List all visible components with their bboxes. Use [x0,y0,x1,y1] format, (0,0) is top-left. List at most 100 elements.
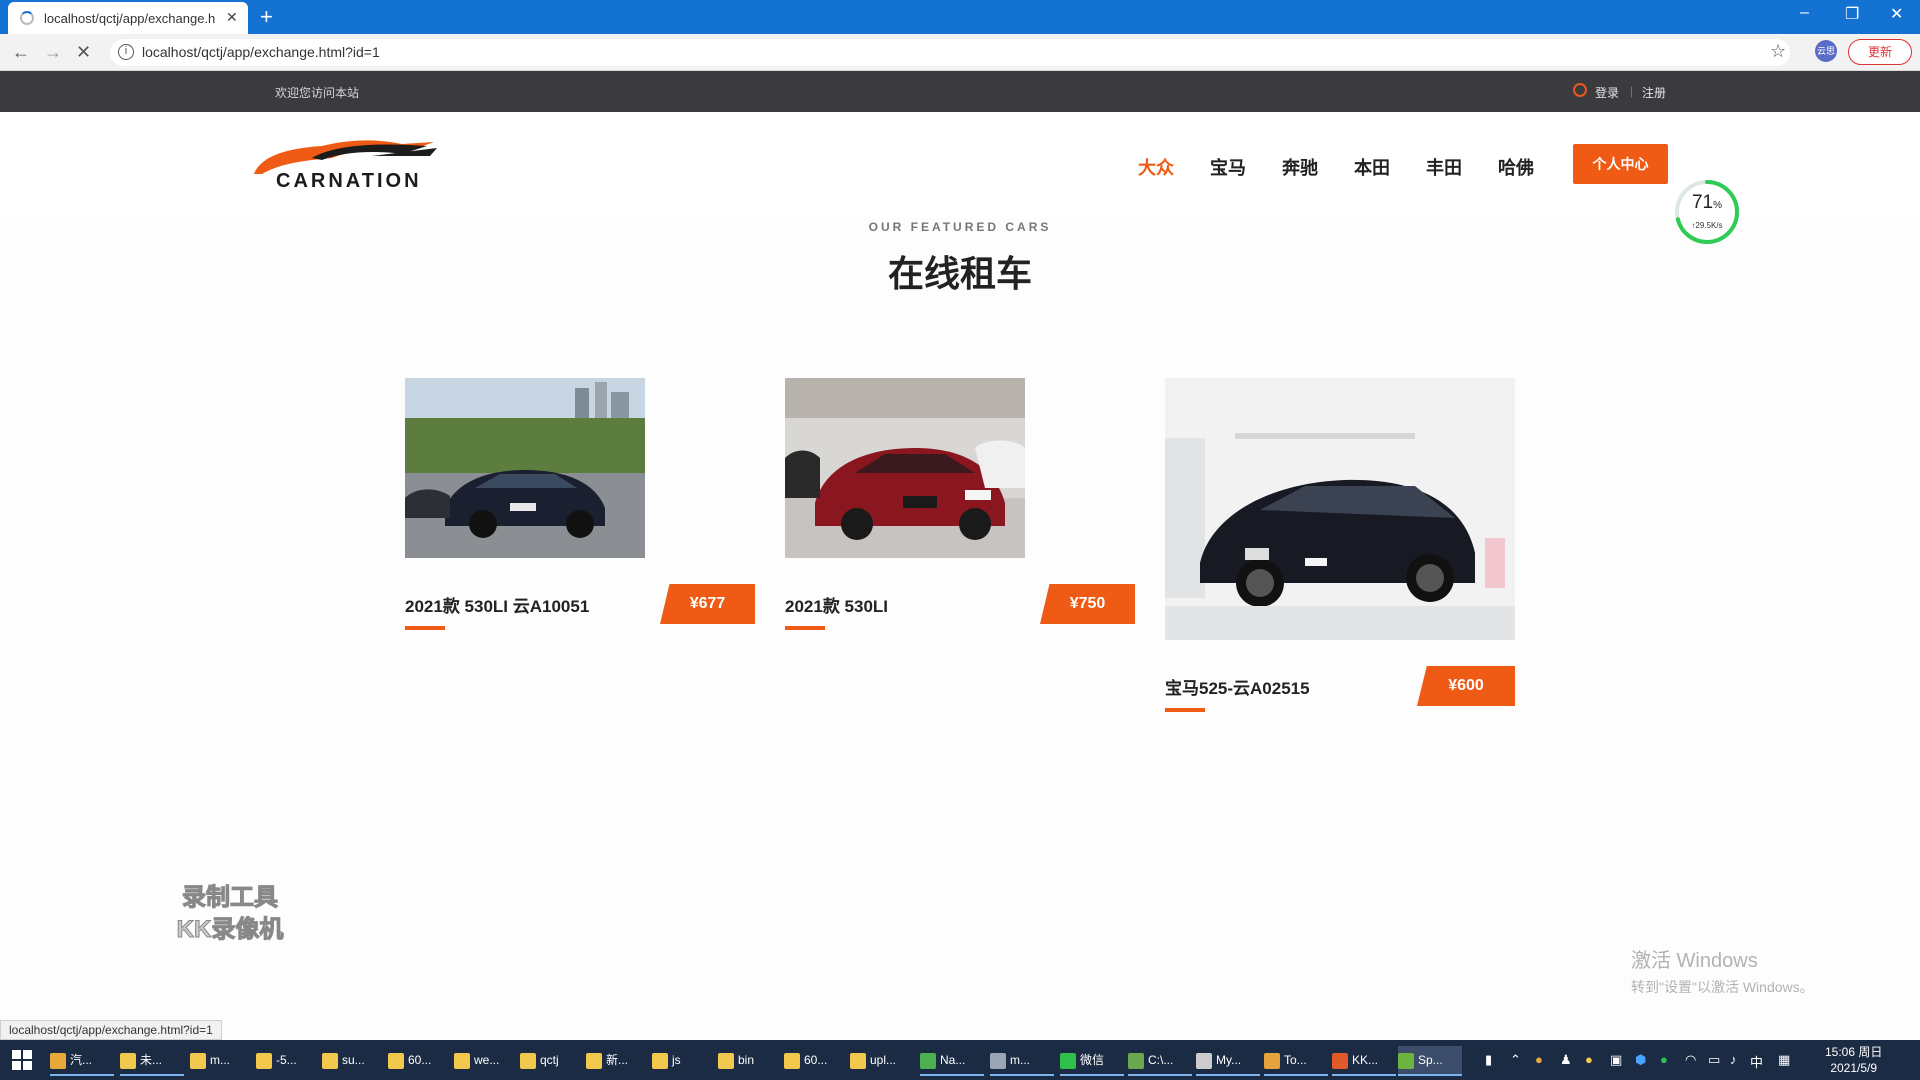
tray-expand-icon[interactable]: ⌃ [1510,1052,1521,1068]
taskbar-item[interactable]: m... [190,1046,254,1076]
omnibox[interactable]: i localhost/qctj/app/exchange.html?id=1 … [110,39,1790,66]
tray-app-icon[interactable]: ▣ [1610,1052,1622,1068]
taskbar-item[interactable]: 未... [120,1046,184,1076]
restore-icon[interactable]: ❐ [1845,4,1859,24]
taskbar-app-icon [520,1052,536,1069]
taskbar-app-icon [1128,1052,1144,1069]
car-image[interactable] [405,378,645,558]
window-close-icon[interactable]: ✕ [1890,4,1903,24]
price-tag[interactable]: ¥677 [660,584,755,624]
taskbar-item[interactable]: bin [718,1046,782,1076]
taskbar-item-label: 60... [804,1053,828,1067]
minimize-icon[interactable]: – [1800,4,1809,22]
taskbar-item[interactable]: My... [1196,1046,1260,1076]
taskbar-item[interactable]: 新... [586,1046,650,1076]
taskbar-item[interactable]: 60... [388,1046,452,1076]
taskbar-app-icon [850,1052,866,1069]
taskbar-item[interactable]: -5... [256,1046,320,1076]
ime-indicator[interactable]: 中 [1750,1052,1763,1071]
back-icon[interactable]: ← [12,42,30,63]
nav-item-bmw[interactable]: 宝马 [1210,154,1246,180]
taskbar-app-icon [586,1052,602,1069]
clock-time: 15:06 周日 [1825,1045,1883,1059]
keyboard-icon[interactable]: ▦ [1778,1052,1790,1068]
car-name[interactable]: 2021款 530LI 云A10051 [405,592,589,617]
profile-avatar[interactable]: 云思 [1815,40,1837,62]
network-icon[interactable]: ▭ [1708,1052,1720,1068]
taskbar-app-icon [652,1052,668,1069]
taskbar-item[interactable]: su... [322,1046,386,1076]
new-tab-button[interactable]: + [260,4,273,30]
car-name[interactable]: 2021款 530LI [785,592,888,617]
taskbar-item[interactable]: 微信 [1060,1046,1124,1076]
windows-start-icon[interactable] [12,1050,32,1070]
volume-icon[interactable]: ♪ [1730,1052,1737,1067]
browser-tabbar: localhost/qctj/app/exchange.h ✕ + – ❐ ✕ [0,0,1920,34]
stop-loading-icon[interactable]: ✕ [76,42,91,63]
price-tag[interactable]: ¥600 [1417,666,1515,706]
taskbar-clock[interactable]: 15:06 周日 2021/5/9 [1825,1044,1882,1076]
taskbar-app-icon [388,1052,404,1069]
taskbar-item[interactable]: qctj [520,1046,584,1076]
nav-item-honda[interactable]: 本田 [1354,154,1390,180]
tray-app-icon[interactable]: ● [1585,1052,1593,1067]
wechat-tray-icon[interactable]: ● [1660,1052,1668,1067]
tab-close-icon[interactable]: ✕ [226,9,238,26]
taskbar-item-label: 新... [606,1053,629,1067]
personal-center-button[interactable]: 个人中心 [1573,144,1668,184]
site-info-icon[interactable]: i [118,44,134,60]
nav-item-toyota[interactable]: 丰田 [1426,154,1462,180]
logo-text: CARNATION [276,170,422,192]
taskbar-item-label: 60... [408,1053,432,1067]
taskbar-app-icon [718,1052,734,1069]
car-image[interactable] [785,378,1025,558]
site-topbar: 欢迎您访问本站 登录 | 注册 [0,71,1920,112]
card-underline [405,626,445,630]
taskbar-item[interactable]: we... [454,1046,518,1076]
car-card[interactable]: 宝马525-云A02515 ¥600 [1165,378,1515,718]
tray-app-icon[interactable]: ● [1535,1052,1543,1067]
shield-icon[interactable]: ⬢ [1635,1052,1646,1068]
taskbar-item[interactable]: Sp... [1398,1046,1462,1076]
taskbar-item[interactable]: 汽... [50,1046,114,1076]
taskbar-item[interactable]: C:\... [1128,1046,1192,1076]
browser-tab[interactable]: localhost/qctj/app/exchange.h ✕ [8,2,248,34]
car-name[interactable]: 宝马525-云A02515 [1165,674,1310,699]
register-link[interactable]: 注册 [1642,84,1666,101]
taskbar-item[interactable]: KK... [1332,1046,1396,1076]
taskbar-item[interactable]: js [652,1046,716,1076]
nav-item-benz[interactable]: 奔驰 [1282,154,1318,180]
battery-icon[interactable]: ▮ [1485,1052,1492,1068]
welcome-text: 欢迎您访问本站 [275,86,360,100]
taskbar-app-icon [1264,1052,1280,1069]
price-tag[interactable]: ¥750 [1040,584,1135,624]
wifi-icon[interactable]: ◠ [1685,1052,1696,1068]
car-image[interactable] [1165,378,1515,640]
taskbar-item-label: 微信 [1080,1053,1105,1067]
taskbar-item-label: qctj [540,1053,559,1067]
qq-icon[interactable]: ♟ [1560,1052,1572,1068]
bookmark-star-icon[interactable]: ☆ [1770,41,1786,62]
update-button[interactable]: 更新 [1848,39,1912,65]
taskbar-item-label: To... [1284,1053,1307,1067]
car-card[interactable]: 2021款 530LI ¥750 [785,378,1135,630]
forward-icon[interactable]: → [44,42,62,63]
taskbar-item-label: bin [738,1053,755,1067]
car-card[interactable]: 2021款 530LI 云A10051 ¥677 [405,378,755,630]
nav-item-haval[interactable]: 哈佛 [1498,154,1534,180]
login-link[interactable]: 登录 [1595,84,1619,101]
taskbar-item[interactable]: 60... [784,1046,848,1076]
nav-item-volkswagen[interactable]: 大众 [1138,154,1174,180]
url-text[interactable]: localhost/qctj/app/exchange.html?id=1 [142,44,380,60]
site-logo[interactable]: CARNATION [252,136,442,196]
tab-title: localhost/qctj/app/exchange.h [44,11,216,26]
network-speed-widget[interactable]: 71% ↑29.5K/s [1673,178,1741,246]
taskbar-item[interactable]: To... [1264,1046,1328,1076]
taskbar-app-icon [1196,1052,1212,1069]
taskbar-item-label: My... [1216,1053,1242,1067]
clock-date: 2021/5/9 [1830,1061,1878,1075]
taskbar-item[interactable]: upl... [850,1046,914,1076]
taskbar-item[interactable]: Na... [920,1046,984,1076]
taskbar-item[interactable]: m... [990,1046,1054,1076]
taskbar-item-label: upl... [870,1053,897,1067]
